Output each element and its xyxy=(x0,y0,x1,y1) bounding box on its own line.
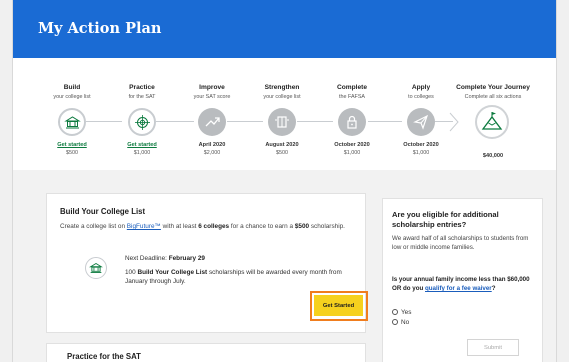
card-title: Practice for the SAT xyxy=(67,352,141,361)
journey-tracker: Build your college list Get started $500… xyxy=(13,58,556,170)
get-started-link[interactable]: Get started xyxy=(34,142,110,148)
radio-no[interactable]: No xyxy=(392,319,409,326)
page-header: My Action Plan xyxy=(13,0,556,58)
radio-button[interactable] xyxy=(392,319,398,325)
connector-line xyxy=(156,121,194,122)
connector-line xyxy=(297,121,333,122)
radio-yes[interactable]: Yes xyxy=(392,309,411,316)
college-list-icon xyxy=(58,108,86,136)
lock-icon xyxy=(338,108,366,136)
get-started-link[interactable]: Get started xyxy=(104,142,180,148)
connector-line xyxy=(368,121,402,122)
panel-title: Are you eligible for additional scholars… xyxy=(392,210,499,230)
chevron-right-icon xyxy=(449,112,459,132)
book-icon xyxy=(268,108,296,136)
fee-waiver-link[interactable]: qualify for a fee waiver xyxy=(425,285,492,292)
get-started-button[interactable]: Get Started xyxy=(314,295,363,316)
target-icon xyxy=(128,108,156,136)
next-deadline: Next Deadline: February 29 xyxy=(125,255,205,262)
trend-up-icon xyxy=(198,108,226,136)
income-question: Is your annual family income less than $… xyxy=(392,276,530,292)
bigfuture-link[interactable]: BigFuture™ xyxy=(127,223,161,230)
page-title: My Action Plan xyxy=(38,20,162,37)
eligibility-panel: Are you eligible for additional scholars… xyxy=(382,198,543,362)
connector-line xyxy=(86,121,122,122)
card-title: Build Your College List xyxy=(60,207,146,216)
panel-description: We award half of all scholarships to stu… xyxy=(392,235,529,251)
scholarship-note: 100 Build Your College List scholarships… xyxy=(125,269,342,286)
mountain-flag-icon xyxy=(475,105,509,139)
submit-button[interactable]: Submit xyxy=(467,339,519,356)
college-list-icon xyxy=(85,257,107,279)
college-list-card: Build Your College List Create a college… xyxy=(46,193,368,333)
paper-plane-icon xyxy=(407,108,435,136)
get-started-highlight: Get Started xyxy=(310,291,368,321)
practice-sat-card[interactable]: Practice for the SAT xyxy=(46,343,366,362)
app-frame: My Action Plan Build your college list G… xyxy=(12,0,557,362)
card-description: Create a college list on BigFuture™ with… xyxy=(60,223,345,230)
radio-button[interactable] xyxy=(392,309,398,315)
connector-line xyxy=(227,121,263,122)
